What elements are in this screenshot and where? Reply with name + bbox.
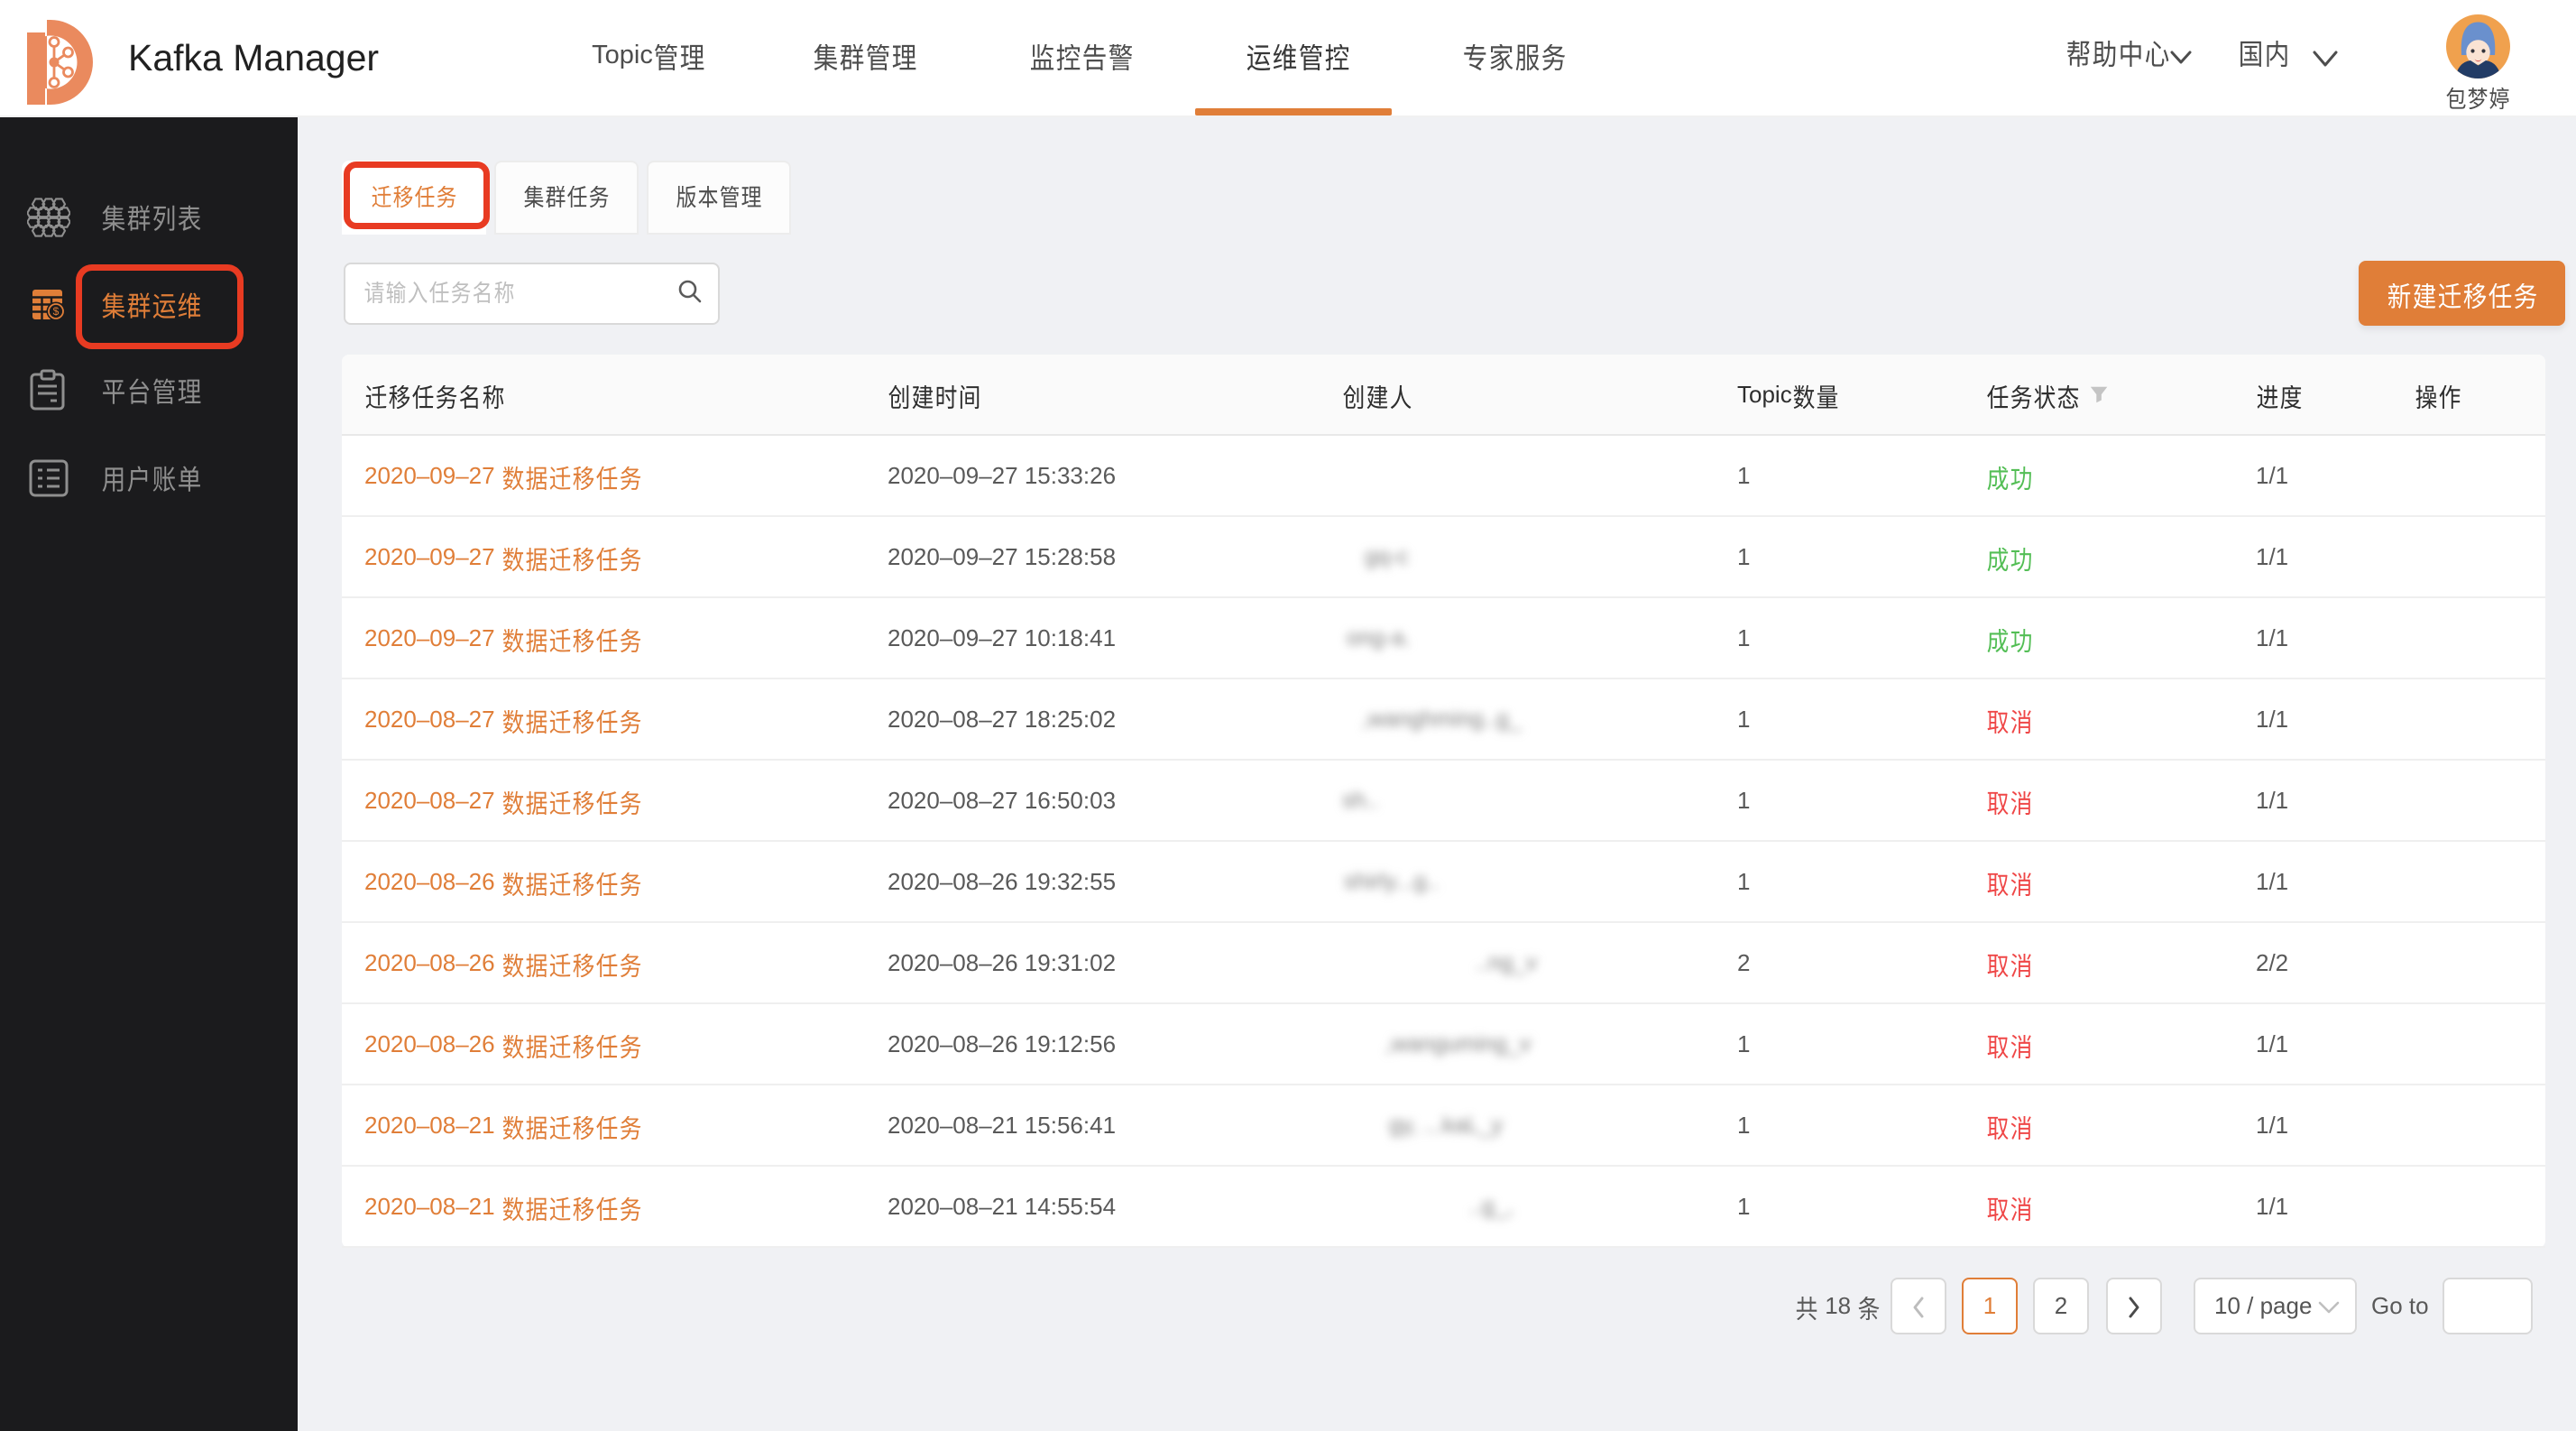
svg-text:$: $ [53,305,60,318]
